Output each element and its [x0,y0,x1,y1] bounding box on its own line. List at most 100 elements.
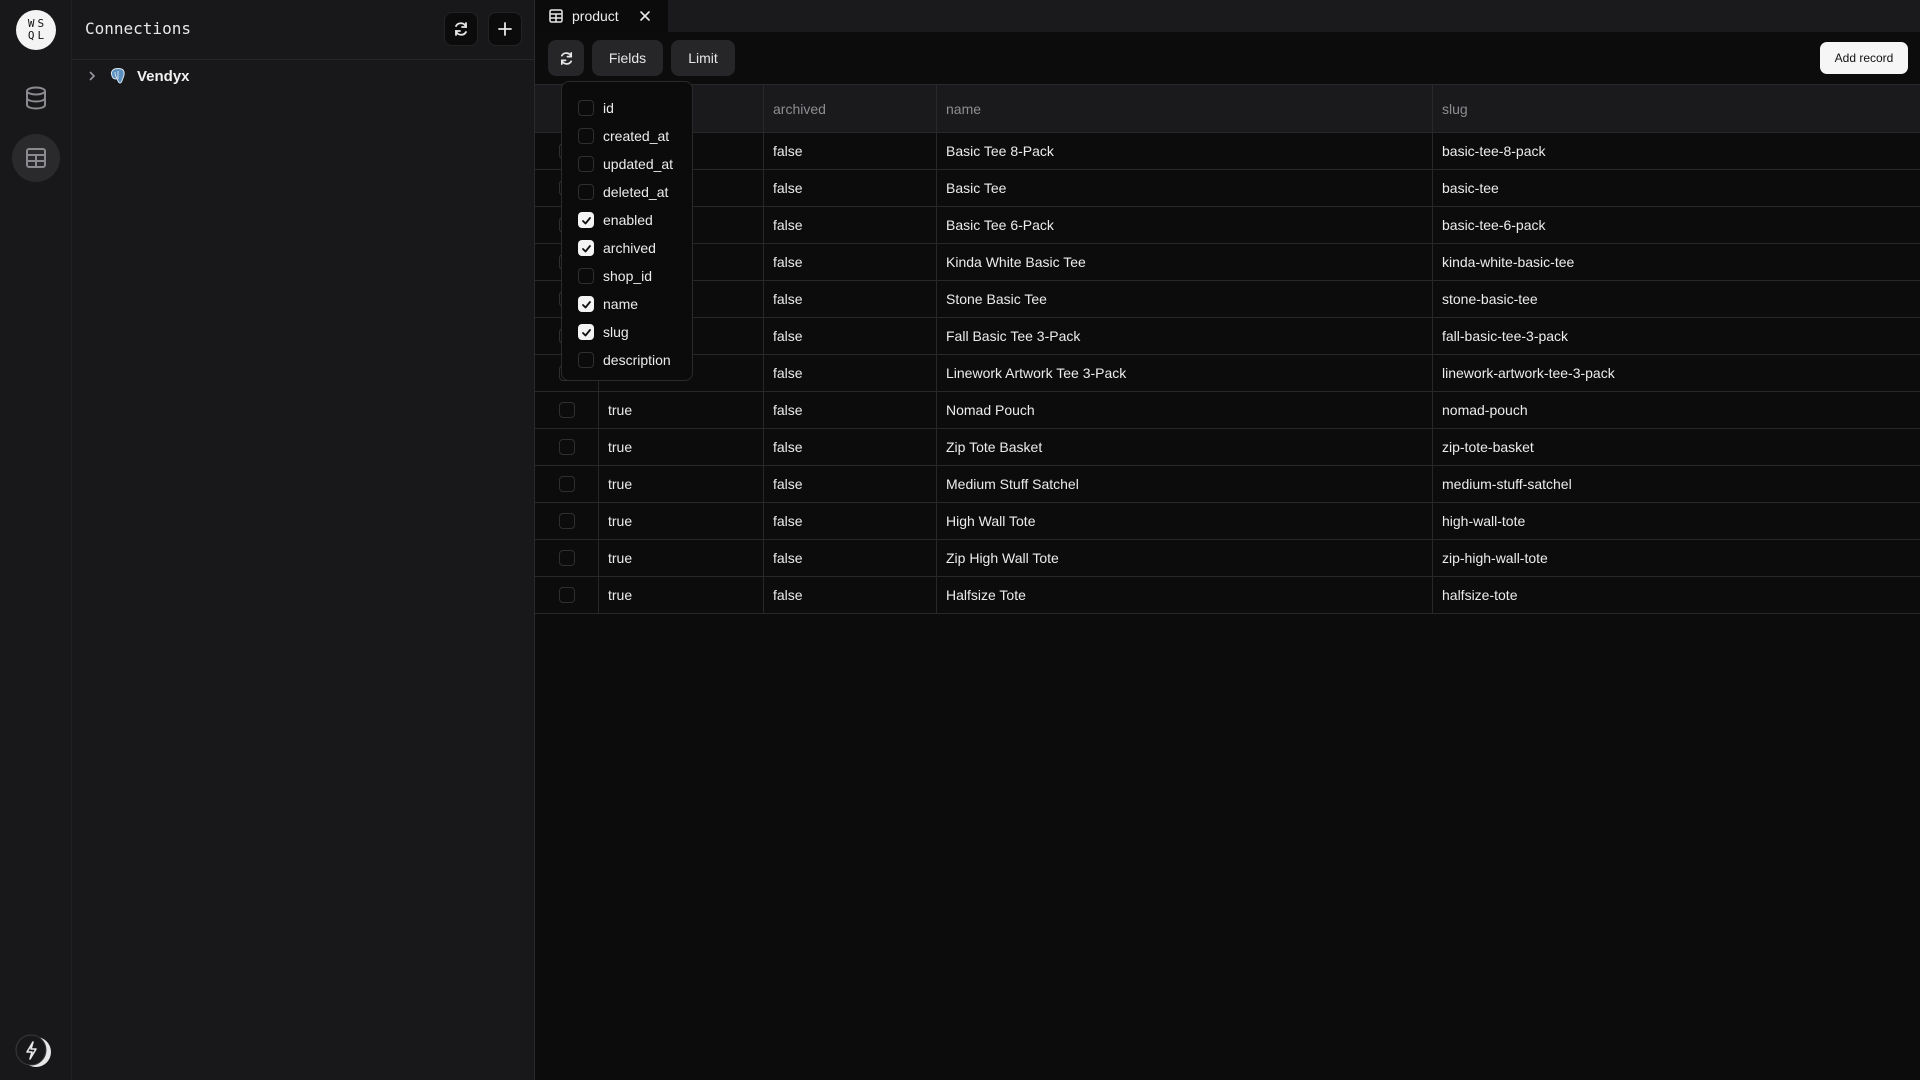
field-option[interactable]: updated_at [562,150,692,178]
cell-archived[interactable]: false [764,133,937,169]
cell-name[interactable]: Nomad Pouch [937,392,1433,428]
app-logo[interactable]: WS QL [16,10,56,50]
table-row[interactable]: truefalseBasic Tee 6-Packbasic-tee-6-pac… [535,207,1920,244]
cell-archived[interactable]: false [764,577,937,613]
cell-name[interactable]: Basic Tee 6-Pack [937,207,1433,243]
field-option[interactable]: created_at [562,122,692,150]
add-connection-button[interactable] [488,12,522,46]
cell-name[interactable]: Basic Tee [937,170,1433,206]
cell-archived[interactable]: false [764,540,937,576]
table-row[interactable]: true false Halfsize Tote halfsize-tote [535,577,1920,614]
cell-enabled[interactable]: true [599,503,764,539]
table-row[interactable]: truefalseFall Basic Tee 3-Packfall-basic… [535,318,1920,355]
cell-name[interactable]: Halfsize Tote [937,577,1433,613]
theme-toggle[interactable] [14,1034,54,1070]
cell-slug[interactable]: halfsize-tote [1433,577,1920,613]
rail-item-tables[interactable] [12,134,60,182]
field-checkbox[interactable] [578,212,594,228]
field-option[interactable]: shop_id [562,262,692,290]
cell-enabled[interactable]: true [599,577,764,613]
cell-name[interactable]: Stone Basic Tee [937,281,1433,317]
fields-button[interactable]: Fields [592,40,663,76]
cell-slug[interactable]: linework-artwork-tee-3-pack [1433,355,1920,391]
cell-archived[interactable]: false [764,466,937,502]
field-option[interactable]: name [562,290,692,318]
field-checkbox[interactable] [578,184,594,200]
cell-slug[interactable]: fall-basic-tee-3-pack [1433,318,1920,354]
row-checkbox[interactable] [558,513,575,529]
cell-archived[interactable]: false [764,281,937,317]
cell-slug[interactable]: basic-tee-8-pack [1433,133,1920,169]
cell-slug[interactable]: basic-tee [1433,170,1920,206]
cell-slug[interactable]: zip-high-wall-tote [1433,540,1920,576]
cell-archived[interactable]: false [764,207,937,243]
cell-slug[interactable]: medium-stuff-satchel [1433,466,1920,502]
table-row[interactable]: true false High Wall Tote high-wall-tote [535,503,1920,540]
cell-name[interactable]: Zip Tote Basket [937,429,1433,465]
column-header-name[interactable]: name [937,85,1433,132]
field-option[interactable]: deleted_at [562,178,692,206]
refresh-table-button[interactable] [548,40,584,76]
refresh-connections-button[interactable] [444,12,478,46]
cell-archived[interactable]: false [764,244,937,280]
column-header-archived[interactable]: archived [764,85,937,132]
row-checkbox[interactable] [558,439,575,455]
tree-item-vendyx[interactable]: Vendyx [72,64,534,88]
field-checkbox[interactable] [578,128,594,144]
row-checkbox[interactable] [558,402,575,418]
tab-product[interactable]: product [535,0,668,32]
table-row[interactable]: truefalseBasic Teebasic-tee [535,170,1920,207]
table-row[interactable]: truefalseLinework Artwork Tee 3-Packline… [535,355,1920,392]
field-option[interactable]: enabled [562,206,692,234]
cell-archived[interactable]: false [764,355,937,391]
table-row[interactable]: true false Zip High Wall Tote zip-high-wall… [535,540,1920,577]
cell-enabled[interactable]: true [599,392,764,428]
cell-slug[interactable]: kinda-white-basic-tee [1433,244,1920,280]
cell-enabled[interactable]: true [599,540,764,576]
field-option[interactable]: id [562,94,692,122]
field-checkbox[interactable] [578,100,594,116]
field-option[interactable]: description [562,346,692,374]
field-option[interactable]: slug [562,318,692,346]
row-checkbox[interactable] [558,550,575,566]
table-row[interactable]: truefalseBasic Tee 8-Packbasic-tee-8-pac… [535,133,1920,170]
cell-name[interactable]: High Wall Tote [937,503,1433,539]
cell-enabled[interactable]: true [599,466,764,502]
field-checkbox[interactable] [578,296,594,312]
cell-archived[interactable]: false [764,429,937,465]
cell-archived[interactable]: false [764,392,937,428]
cell-name[interactable]: Basic Tee 8-Pack [937,133,1433,169]
cell-name[interactable]: Zip High Wall Tote [937,540,1433,576]
column-header-slug[interactable]: slug [1433,85,1920,132]
table-row[interactable]: truefalseKinda White Basic Teekinda-whit… [535,244,1920,281]
cell-slug[interactable]: stone-basic-tee [1433,281,1920,317]
cell-enabled[interactable]: true [599,429,764,465]
close-tab-button[interactable] [639,10,651,22]
table-row[interactable]: true false Medium Stuff Satchel medium-stuf… [535,466,1920,503]
field-checkbox[interactable] [578,240,594,256]
field-checkbox[interactable] [578,324,594,340]
cell-archived[interactable]: false [764,503,937,539]
field-checkbox[interactable] [578,156,594,172]
cell-name[interactable]: Medium Stuff Satchel [937,466,1433,502]
cell-archived[interactable]: false [764,170,937,206]
limit-button[interactable]: Limit [671,40,735,76]
field-option[interactable]: archived [562,234,692,262]
table-row[interactable]: true false Nomad Pouch nomad-pouch [535,392,1920,429]
cell-slug[interactable]: basic-tee-6-pack [1433,207,1920,243]
cell-slug[interactable]: zip-tote-basket [1433,429,1920,465]
cell-slug[interactable]: nomad-pouch [1433,392,1920,428]
row-checkbox[interactable] [558,476,575,492]
field-checkbox[interactable] [578,268,594,284]
table-row[interactable]: truefalseStone Basic Teestone-basic-tee [535,281,1920,318]
row-checkbox[interactable] [558,587,575,603]
field-checkbox[interactable] [578,352,594,368]
cell-name[interactable]: Kinda White Basic Tee [937,244,1433,280]
cell-archived[interactable]: false [764,318,937,354]
cell-name[interactable]: Fall Basic Tee 3-Pack [937,318,1433,354]
rail-item-databases[interactable] [12,74,60,122]
chevron-right-icon[interactable] [87,70,97,82]
cell-slug[interactable]: high-wall-tote [1433,503,1920,539]
cell-name[interactable]: Linework Artwork Tee 3-Pack [937,355,1433,391]
table-row[interactable]: true false Zip Tote Basket zip-tote-basket [535,429,1920,466]
